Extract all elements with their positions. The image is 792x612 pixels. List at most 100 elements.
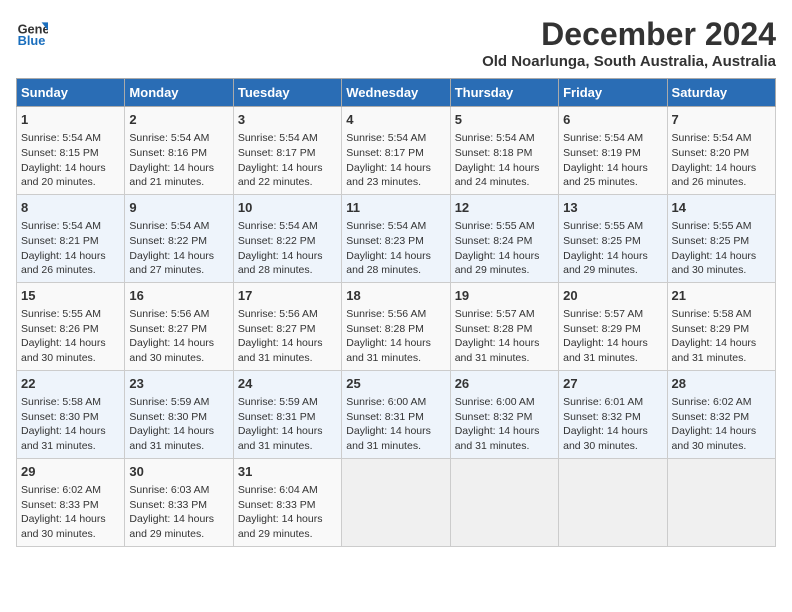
day-number: 7	[672, 111, 771, 129]
sunrise-text: Sunrise: 5:54 AM	[238, 132, 318, 144]
sunrise-text: Sunrise: 5:59 AM	[129, 396, 209, 408]
day-number: 28	[672, 375, 771, 393]
week-row-4: 22 Sunrise: 5:58 AM Sunset: 8:30 PM Dayl…	[17, 370, 776, 458]
calendar-cell	[667, 458, 775, 546]
title-area: December 2024 Old Noarlunga, South Austr…	[482, 16, 776, 70]
daylight-label: Daylight: 14 hours and 31 minutes.	[346, 425, 431, 452]
calendar-cell: 9 Sunrise: 5:54 AM Sunset: 8:22 PM Dayli…	[125, 194, 233, 282]
sunrise-text: Sunrise: 5:56 AM	[129, 308, 209, 320]
day-header-friday: Friday	[559, 79, 667, 107]
daylight-label: Daylight: 14 hours and 31 minutes.	[672, 337, 757, 364]
sunset-text: Sunset: 8:27 PM	[129, 323, 207, 335]
calendar-cell: 11 Sunrise: 5:54 AM Sunset: 8:23 PM Dayl…	[342, 194, 450, 282]
sunrise-text: Sunrise: 6:03 AM	[129, 484, 209, 496]
sunrise-text: Sunrise: 5:57 AM	[455, 308, 535, 320]
sunset-text: Sunset: 8:17 PM	[238, 147, 316, 159]
daylight-label: Daylight: 14 hours and 23 minutes.	[346, 162, 431, 189]
daylight-label: Daylight: 14 hours and 31 minutes.	[563, 337, 648, 364]
sunrise-text: Sunrise: 5:54 AM	[346, 132, 426, 144]
day-number: 20	[563, 287, 662, 305]
sunrise-text: Sunrise: 6:04 AM	[238, 484, 318, 496]
day-number: 25	[346, 375, 445, 393]
day-number: 1	[21, 111, 120, 129]
sunrise-text: Sunrise: 5:55 AM	[21, 308, 101, 320]
sunset-text: Sunset: 8:24 PM	[455, 235, 533, 247]
day-number: 12	[455, 199, 554, 217]
sunset-text: Sunset: 8:32 PM	[455, 411, 533, 423]
day-header-thursday: Thursday	[450, 79, 558, 107]
sunset-text: Sunset: 8:28 PM	[455, 323, 533, 335]
sunrise-text: Sunrise: 5:54 AM	[21, 220, 101, 232]
daylight-label: Daylight: 14 hours and 30 minutes.	[672, 425, 757, 452]
logo: General Blue	[16, 16, 48, 48]
daylight-label: Daylight: 14 hours and 31 minutes.	[21, 425, 106, 452]
calendar-cell: 10 Sunrise: 5:54 AM Sunset: 8:22 PM Dayl…	[233, 194, 341, 282]
day-number: 16	[129, 287, 228, 305]
calendar-cell: 12 Sunrise: 5:55 AM Sunset: 8:24 PM Dayl…	[450, 194, 558, 282]
day-number: 3	[238, 111, 337, 129]
sunset-text: Sunset: 8:22 PM	[238, 235, 316, 247]
sunrise-text: Sunrise: 5:59 AM	[238, 396, 318, 408]
calendar-cell: 16 Sunrise: 5:56 AM Sunset: 8:27 PM Dayl…	[125, 282, 233, 370]
day-number: 31	[238, 463, 337, 481]
calendar-cell: 6 Sunrise: 5:54 AM Sunset: 8:19 PM Dayli…	[559, 107, 667, 195]
location-title: Old Noarlunga, South Australia, Australi…	[482, 53, 776, 70]
sunset-text: Sunset: 8:28 PM	[346, 323, 424, 335]
calendar-cell: 8 Sunrise: 5:54 AM Sunset: 8:21 PM Dayli…	[17, 194, 125, 282]
daylight-label: Daylight: 14 hours and 30 minutes.	[21, 337, 106, 364]
sunrise-text: Sunrise: 5:54 AM	[129, 132, 209, 144]
sunrise-text: Sunrise: 5:54 AM	[563, 132, 643, 144]
day-header-tuesday: Tuesday	[233, 79, 341, 107]
sunrise-text: Sunrise: 5:54 AM	[672, 132, 752, 144]
sunset-text: Sunset: 8:29 PM	[563, 323, 641, 335]
calendar-cell: 22 Sunrise: 5:58 AM Sunset: 8:30 PM Dayl…	[17, 370, 125, 458]
daylight-label: Daylight: 14 hours and 30 minutes.	[21, 513, 106, 540]
sunset-text: Sunset: 8:25 PM	[563, 235, 641, 247]
calendar-header-row: SundayMondayTuesdayWednesdayThursdayFrid…	[17, 79, 776, 107]
logo-icon: General Blue	[16, 16, 48, 48]
sunset-text: Sunset: 8:33 PM	[21, 499, 99, 511]
daylight-label: Daylight: 14 hours and 28 minutes.	[346, 250, 431, 277]
month-title: December 2024	[482, 16, 776, 53]
calendar-cell: 17 Sunrise: 5:56 AM Sunset: 8:27 PM Dayl…	[233, 282, 341, 370]
calendar-cell: 23 Sunrise: 5:59 AM Sunset: 8:30 PM Dayl…	[125, 370, 233, 458]
day-number: 17	[238, 287, 337, 305]
daylight-label: Daylight: 14 hours and 30 minutes.	[129, 337, 214, 364]
daylight-label: Daylight: 14 hours and 21 minutes.	[129, 162, 214, 189]
sunset-text: Sunset: 8:21 PM	[21, 235, 99, 247]
day-number: 10	[238, 199, 337, 217]
day-number: 6	[563, 111, 662, 129]
day-number: 30	[129, 463, 228, 481]
day-header-sunday: Sunday	[17, 79, 125, 107]
calendar-cell	[450, 458, 558, 546]
calendar-cell: 27 Sunrise: 6:01 AM Sunset: 8:32 PM Dayl…	[559, 370, 667, 458]
daylight-label: Daylight: 14 hours and 29 minutes.	[129, 513, 214, 540]
calendar-cell: 4 Sunrise: 5:54 AM Sunset: 8:17 PM Dayli…	[342, 107, 450, 195]
week-row-3: 15 Sunrise: 5:55 AM Sunset: 8:26 PM Dayl…	[17, 282, 776, 370]
daylight-label: Daylight: 14 hours and 26 minutes.	[672, 162, 757, 189]
daylight-label: Daylight: 14 hours and 30 minutes.	[563, 425, 648, 452]
daylight-label: Daylight: 14 hours and 31 minutes.	[129, 425, 214, 452]
calendar-cell: 20 Sunrise: 5:57 AM Sunset: 8:29 PM Dayl…	[559, 282, 667, 370]
calendar-cell	[559, 458, 667, 546]
sunrise-text: Sunrise: 5:57 AM	[563, 308, 643, 320]
sunrise-text: Sunrise: 6:02 AM	[21, 484, 101, 496]
daylight-label: Daylight: 14 hours and 24 minutes.	[455, 162, 540, 189]
sunset-text: Sunset: 8:20 PM	[672, 147, 750, 159]
sunrise-text: Sunrise: 5:58 AM	[672, 308, 752, 320]
sunrise-text: Sunrise: 5:54 AM	[455, 132, 535, 144]
calendar-cell: 21 Sunrise: 5:58 AM Sunset: 8:29 PM Dayl…	[667, 282, 775, 370]
day-number: 18	[346, 287, 445, 305]
daylight-label: Daylight: 14 hours and 26 minutes.	[21, 250, 106, 277]
sunset-text: Sunset: 8:33 PM	[129, 499, 207, 511]
sunrise-text: Sunrise: 5:56 AM	[238, 308, 318, 320]
day-number: 4	[346, 111, 445, 129]
calendar-cell	[342, 458, 450, 546]
calendar-cell: 26 Sunrise: 6:00 AM Sunset: 8:32 PM Dayl…	[450, 370, 558, 458]
calendar-cell: 29 Sunrise: 6:02 AM Sunset: 8:33 PM Dayl…	[17, 458, 125, 546]
sunset-text: Sunset: 8:32 PM	[672, 411, 750, 423]
calendar-cell: 14 Sunrise: 5:55 AM Sunset: 8:25 PM Dayl…	[667, 194, 775, 282]
calendar-cell: 30 Sunrise: 6:03 AM Sunset: 8:33 PM Dayl…	[125, 458, 233, 546]
sunrise-text: Sunrise: 5:56 AM	[346, 308, 426, 320]
daylight-label: Daylight: 14 hours and 29 minutes.	[563, 250, 648, 277]
